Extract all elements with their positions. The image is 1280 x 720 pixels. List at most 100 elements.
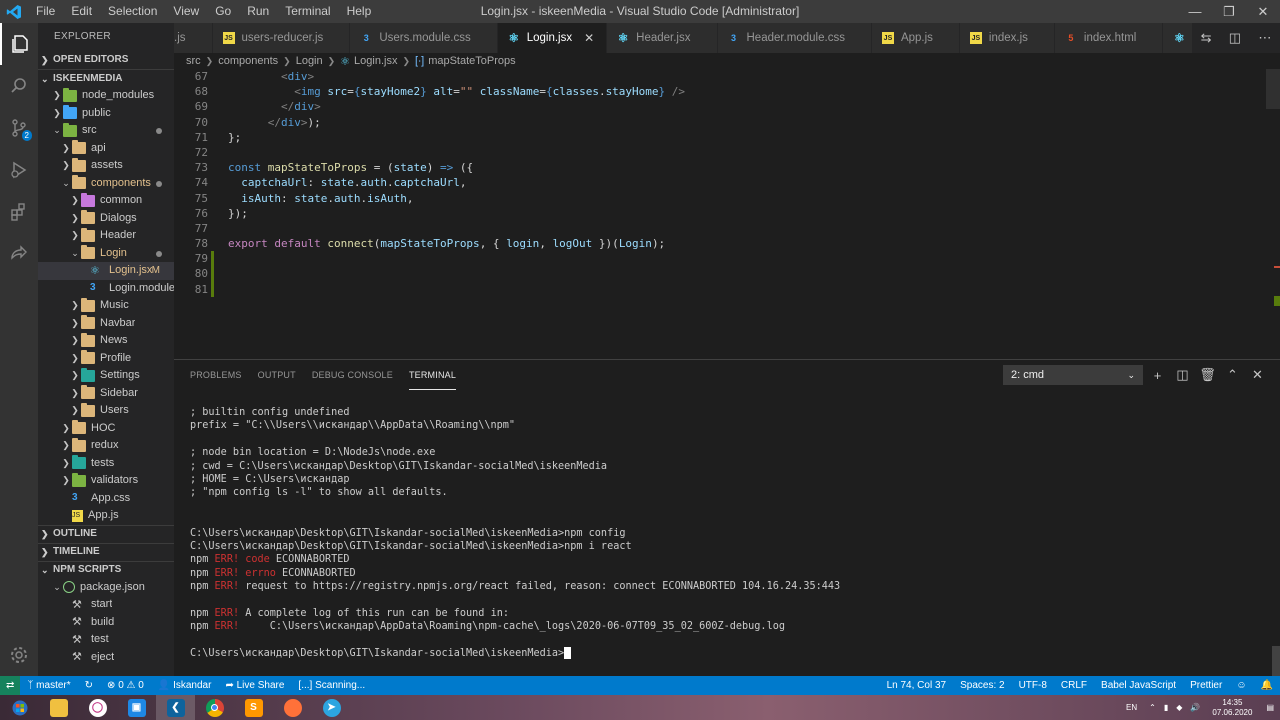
folder-item[interactable]: ❯ assets	[38, 157, 174, 175]
code-line[interactable]: 79	[174, 251, 1280, 266]
menu-file[interactable]: File	[28, 0, 63, 23]
code-line[interactable]: 70 </div>);	[174, 115, 1280, 130]
breadcrumb-item[interactable]: Login.jsx	[354, 55, 397, 67]
prettier-status[interactable]: Prettier	[1183, 676, 1229, 695]
file-explorer-taskbar-icon[interactable]	[39, 695, 78, 720]
breadcrumb-item[interactable]: src	[186, 55, 201, 67]
menu-view[interactable]: View	[165, 0, 207, 23]
app-taskbar-icon[interactable]: ▣	[117, 695, 156, 720]
file-item[interactable]: 3 Login.module...	[38, 280, 174, 298]
branch-status[interactable]: ᛉ master*	[20, 676, 77, 695]
terminal-output[interactable]: ; builtin config undefined prefix = "C:\\…	[190, 406, 1272, 676]
editor-tab[interactable]: JS users-reducer.js	[212, 23, 351, 53]
folder-item[interactable]: ❯ Profile	[38, 350, 174, 368]
more-actions-icon[interactable]: ⋯	[1258, 30, 1271, 46]
code-line[interactable]: 67 <div>	[174, 69, 1280, 84]
editor-tab[interactable]: 3 Header.module.css	[717, 23, 872, 53]
folder-item[interactable]: ❯ redux	[38, 437, 174, 455]
code-line[interactable]: 68 <img src={stayHome2} alt="" className…	[174, 84, 1280, 99]
notifications-icon[interactable]: 🔔	[1254, 676, 1280, 695]
folder-item[interactable]: ⌄ src	[38, 122, 174, 140]
folder-item[interactable]: ❯ News	[38, 332, 174, 350]
timeline-section[interactable]: ❯ TIMELINE	[38, 542, 174, 561]
panel-tab-output[interactable]: OUTPUT	[258, 360, 296, 390]
file-item[interactable]: ⚒ eject	[38, 649, 174, 667]
volume-icon[interactable]: 🔊	[1186, 703, 1204, 712]
folder-item[interactable]: ❯ HOC	[38, 420, 174, 438]
terminal-scrollbar[interactable]	[1272, 646, 1280, 676]
clock[interactable]: 14:35 07.06.2020	[1204, 698, 1260, 718]
live-share-status[interactable]: ➦ Live Share	[218, 676, 291, 695]
editor-tab[interactable]: ⚛ Login.jsx ✕	[497, 23, 608, 53]
start-button[interactable]	[0, 695, 39, 720]
outline-section[interactable]: ❯ OUTLINE	[38, 524, 174, 543]
folder-item[interactable]: ❯ tests	[38, 455, 174, 473]
language-indicator[interactable]: EN	[1118, 703, 1145, 712]
breadcrumb-item[interactable]: Login	[296, 55, 323, 67]
menu-go[interactable]: Go	[207, 0, 239, 23]
cursor-position[interactable]: Ln 74, Col 37	[880, 676, 954, 695]
split-terminal-icon[interactable]: ◫	[1170, 366, 1195, 384]
folder-item[interactable]: ❯ api	[38, 140, 174, 158]
editor-tab[interactable]: 3 Users.module.css	[350, 23, 498, 53]
editor-tab[interactable]: ⚛ Header.jsx	[607, 23, 718, 53]
editor-tab[interactable]: 5 index.html	[1054, 23, 1164, 53]
feedback-icon[interactable]: ☺	[1229, 676, 1253, 695]
vscode-taskbar-icon[interactable]: ❮	[156, 695, 195, 720]
code-line[interactable]: 71};	[174, 130, 1280, 145]
split-editor-icon[interactable]: ◫	[1229, 30, 1241, 46]
code-line[interactable]: 76});	[174, 206, 1280, 221]
panel-tab-debug-console[interactable]: DEBUG CONSOLE	[312, 360, 393, 390]
battery-icon[interactable]: ▮	[1160, 703, 1172, 712]
language-mode[interactable]: Babel JavaScript	[1094, 676, 1183, 695]
problems-status[interactable]: ⊗ 0 ⚠ 0	[100, 676, 151, 695]
folder-item[interactable]: ❯ common	[38, 192, 174, 210]
tray-arrow-icon[interactable]: ⌃	[1145, 703, 1160, 712]
panel-tab-problems[interactable]: PROBLEMS	[190, 360, 242, 390]
file-item[interactable]: ⚛ Login.jsx M	[38, 262, 174, 280]
folder-item[interactable]: ❯ Dialogs	[38, 210, 174, 228]
terminal-select[interactable]: 2: cmd ⌄	[1003, 365, 1143, 385]
live-share-icon[interactable]	[0, 233, 38, 275]
file-item[interactable]: ⚒ test	[38, 631, 174, 649]
menu-edit[interactable]: Edit	[63, 0, 100, 23]
notification-center-icon[interactable]: ▤	[1260, 703, 1280, 712]
source-control-icon[interactable]: 2	[0, 107, 38, 149]
account-status[interactable]: 👤 Iskandar	[151, 676, 219, 695]
code-line[interactable]: 77	[174, 221, 1280, 236]
folder-item[interactable]: ❯ Users	[38, 402, 174, 420]
code-editor[interactable]: 67 <div> 68 <img src={stayHome2} alt="" c…	[174, 69, 1280, 359]
breadcrumb-item[interactable]: components	[218, 55, 278, 67]
telegram-taskbar-icon[interactable]: ➤	[312, 695, 351, 720]
open-editors-section[interactable]: ❯ OPEN EDITORS	[38, 51, 174, 69]
project-section[interactable]: ⌄ ISKEENMEDIA	[38, 69, 174, 87]
editor-tab[interactable]: JS App.js	[871, 23, 960, 53]
encoding[interactable]: UTF-8	[1012, 676, 1054, 695]
explorer-icon[interactable]	[0, 23, 38, 65]
folder-item[interactable]: ⌄ components	[38, 175, 174, 193]
npm-scripts-section[interactable]: ⌄ NPM SCRIPTS	[38, 560, 174, 579]
code-line[interactable]: 75 isAuth: state.auth.isAuth,	[174, 191, 1280, 206]
folder-item[interactable]: ❯ public	[38, 105, 174, 123]
editor-tab[interactable]: .js	[174, 23, 213, 53]
chrome-taskbar-icon[interactable]	[195, 695, 234, 720]
folder-item[interactable]: ❯ node_modules	[38, 87, 174, 105]
panel-tab-terminal[interactable]: TERMINAL	[408, 360, 457, 390]
code-line[interactable]: 73 const mapStateToProps = (state) => ({	[174, 160, 1280, 175]
sync-icon[interactable]: ↻	[78, 676, 100, 695]
code-line[interactable]: 74 captchaUrl: state.auth.captchaUrl,	[174, 175, 1280, 190]
code-line[interactable]: 72	[174, 145, 1280, 160]
code-line[interactable]: 69 </div>	[174, 99, 1280, 114]
code-line[interactable]: 81	[174, 282, 1280, 297]
firefox-taskbar-icon[interactable]	[273, 695, 312, 720]
file-item[interactable]: 3 App.css	[38, 490, 174, 508]
search-icon[interactable]	[0, 65, 38, 107]
open-changes-icon[interactable]: ⇆	[1201, 30, 1212, 46]
code-line[interactable]: 80	[174, 266, 1280, 281]
remote-icon[interactable]: ⇄	[0, 676, 21, 695]
end-of-line[interactable]: CRLF	[1054, 676, 1094, 695]
extensions-icon[interactable]	[0, 191, 38, 233]
folder-item[interactable]: ❯ Sidebar	[38, 385, 174, 403]
editor-scrollbar[interactable]	[1266, 69, 1280, 109]
kill-terminal-icon[interactable]: 🗑	[1195, 366, 1220, 384]
